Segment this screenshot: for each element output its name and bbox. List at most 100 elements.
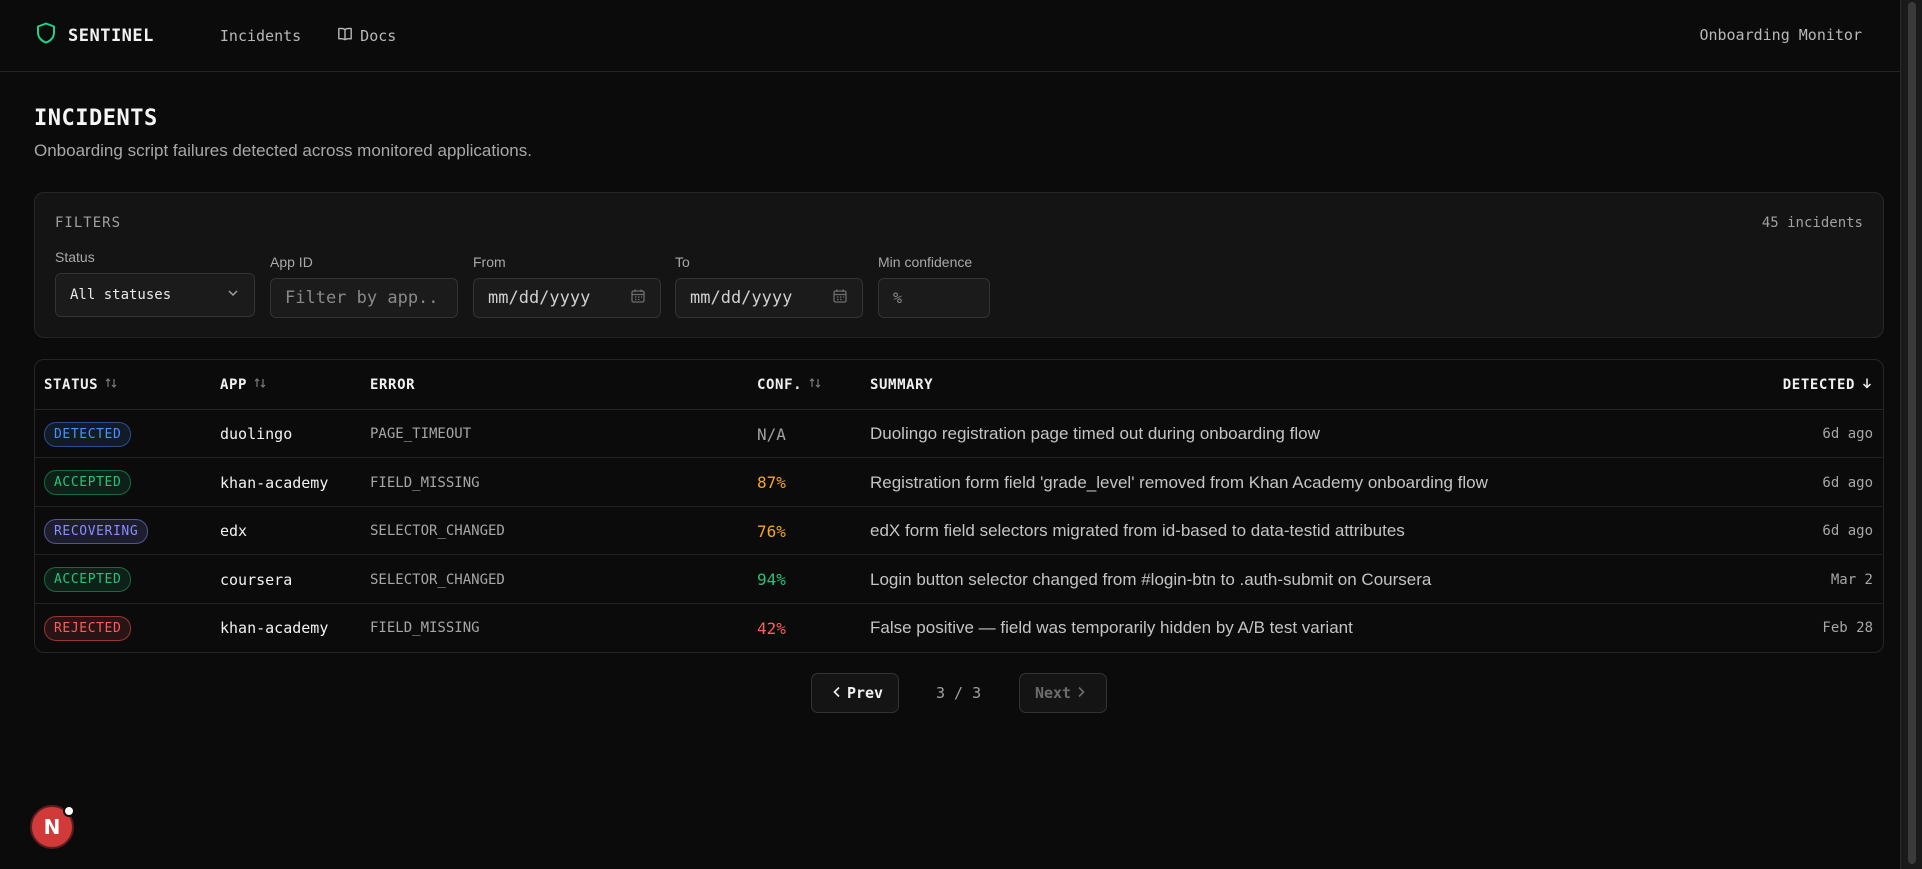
chevron-right-icon (1071, 684, 1091, 702)
window-scrollbar[interactable] (1900, 0, 1922, 869)
page-subtitle: Onboarding script failures detected acro… (34, 141, 532, 160)
book-icon (337, 26, 360, 46)
app-cell: khan-academy (220, 619, 329, 638)
detected-cell: Feb 28 (1822, 620, 1873, 637)
nav-incidents[interactable]: Incidents (220, 27, 301, 45)
incidents-table: STATUS APP ERROR CONF. SUMMARY DETECTED … (34, 359, 1884, 653)
confidence-cell: 87% (757, 473, 786, 493)
to-date-placeholder: mm/dd/yyyy (690, 288, 793, 308)
error-cell: PAGE_TIMEOUT (370, 426, 472, 442)
column-status-label: STATUS (44, 377, 99, 393)
next-page-label: Next (1034, 684, 1072, 702)
column-summary-label: SUMMARY (870, 377, 934, 393)
status-badge: RECOVERING (44, 518, 149, 544)
filters-title: FILTERS (55, 215, 122, 231)
status-select[interactable]: All statuses (55, 273, 255, 317)
sort-icon (247, 377, 267, 393)
error-cell: SELECTOR_CHANGED (370, 571, 505, 588)
status-badge: ACCEPTED (44, 567, 132, 593)
status-cell: ACCEPTED (44, 556, 132, 604)
shield-icon (34, 21, 58, 50)
error-cell: FIELD_MISSING (370, 620, 480, 637)
table-row[interactable]: RECOVERING edx SELECTOR_CHANGED 76% edX form… (35, 507, 1883, 556)
from-date-filter: From mm/dd/yyyy (473, 254, 661, 318)
detected-cell: 6d ago (1822, 426, 1873, 442)
confidence-cell: 94% (757, 570, 786, 590)
confidence-cell: 76% (757, 521, 786, 541)
top-nav-bar: SENTINEL Incidents Docs Onboarding Monit… (0, 0, 1900, 72)
prev-page-button[interactable]: Prev (811, 673, 899, 713)
column-detected-label: DETECTED (1782, 377, 1855, 393)
summary-cell: False positive — field was temporarily h… (870, 618, 1353, 638)
sort-icon (98, 377, 118, 393)
min-confidence-placeholder: % (893, 289, 903, 307)
app-id-input[interactable]: Filter by app.. (270, 278, 458, 318)
table-row[interactable]: DETECTED duolingo PAGE_TIMEOUT N/A Duolingo … (35, 410, 1883, 458)
from-date-placeholder: mm/dd/yyyy (488, 288, 591, 308)
page-title: INCIDENTS (34, 106, 158, 131)
app-cell: khan-academy (220, 473, 329, 492)
column-conf[interactable]: CONF. (757, 377, 822, 393)
sort-icon (802, 377, 822, 393)
status-cell: DETECTED (44, 410, 132, 458)
app-id-placeholder: Filter by app.. (285, 288, 439, 308)
chevron-down-icon (226, 286, 240, 304)
scrollbar-thumb[interactable] (1908, 2, 1916, 864)
app-id-filter-label: App ID (270, 254, 313, 270)
status-cell: REJECTED (44, 604, 132, 652)
status-select-value: All statuses (70, 287, 172, 303)
filters-panel: FILTERS 45 incidents Status All statuses… (34, 192, 1884, 338)
table-row[interactable]: ACCEPTED khan-academy FIELD_MISSING 87% Regi… (35, 459, 1883, 507)
incident-count: 45 incidents (1761, 215, 1863, 231)
next-page-button[interactable]: Next (1019, 673, 1107, 713)
status-filter-label: Status (55, 249, 95, 265)
from-date-input[interactable]: mm/dd/yyyy (473, 278, 661, 318)
calendar-icon[interactable] (630, 288, 646, 309)
workspace-label[interactable]: Onboarding Monitor (1699, 26, 1862, 44)
column-app[interactable]: APP (220, 377, 267, 393)
error-cell: FIELD_MISSING (370, 474, 480, 491)
app-cell: duolingo (220, 425, 293, 443)
to-date-input[interactable]: mm/dd/yyyy (675, 278, 863, 318)
nav-docs[interactable]: Docs (337, 26, 396, 46)
column-status[interactable]: STATUS (44, 377, 118, 393)
brand-logo[interactable]: SENTINEL (34, 21, 154, 50)
column-app-label: APP (220, 377, 248, 393)
summary-cell: Login button selector changed from #logi… (870, 569, 1432, 589)
error-cell: SELECTOR_CHANGED (370, 523, 505, 540)
column-error-label: ERROR (370, 377, 416, 393)
min-confidence-label: Min confidence (878, 254, 973, 270)
prev-page-label: Prev (846, 684, 884, 702)
column-summary: SUMMARY (870, 377, 933, 393)
detected-cell: 6d ago (1822, 523, 1873, 540)
nav-incidents-label: Incidents (219, 26, 302, 45)
table-row[interactable]: REJECTED khan-academy FIELD_MISSING 42% Fals… (35, 604, 1883, 652)
detected-cell: Mar 2 (1830, 571, 1873, 588)
arrow-down-icon (1855, 377, 1873, 393)
confidence-cell: N/A (757, 424, 786, 444)
table-header: STATUS APP ERROR CONF. SUMMARY DETECTED (35, 360, 1883, 410)
summary-cell: Registration form field 'grade_level' re… (870, 472, 1488, 492)
nav-docs-label: Docs (360, 26, 397, 45)
nextjs-logo-icon: N (43, 815, 61, 839)
detected-cell: 6d ago (1822, 474, 1873, 491)
from-date-label: From (473, 254, 506, 270)
brand-name: SENTINEL (68, 25, 154, 46)
app-cell: edx (220, 522, 248, 541)
to-date-label: To (675, 254, 690, 270)
calendar-icon[interactable] (832, 288, 848, 309)
app-id-filter: App ID Filter by app.. (270, 254, 458, 318)
status-badge: DETECTED (44, 421, 132, 447)
page-indicator: 3 / 3 (936, 684, 982, 702)
min-confidence-input[interactable]: % (878, 278, 990, 318)
confidence-cell: 42% (757, 618, 786, 638)
notification-dot (63, 805, 75, 817)
main-nav: Incidents Docs (220, 26, 432, 46)
column-conf-label: CONF. (757, 377, 803, 393)
chevron-left-icon (827, 684, 847, 702)
status-badge: ACCEPTED (44, 470, 132, 496)
column-detected[interactable]: DETECTED (1783, 377, 1873, 393)
table-row[interactable]: ACCEPTED coursera SELECTOR_CHANGED 94% Login… (35, 556, 1883, 604)
status-badge: REJECTED (44, 615, 132, 641)
status-filter: Status All statuses (55, 249, 255, 317)
